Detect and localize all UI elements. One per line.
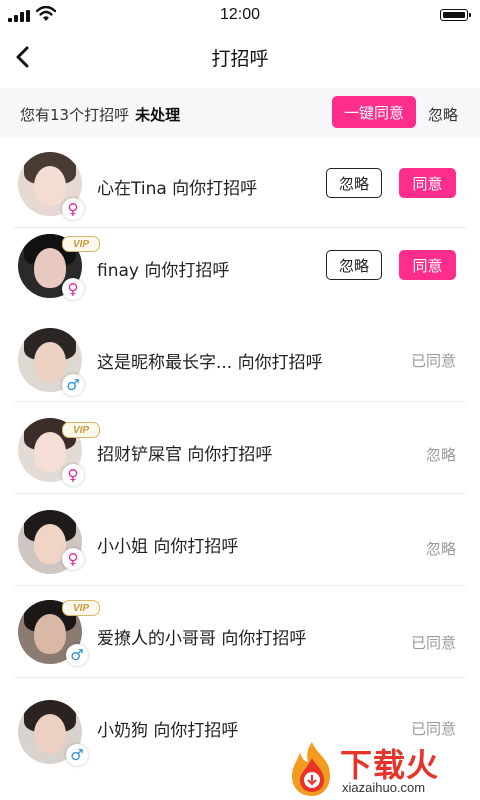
list-item[interactable]: VIP ♀ finay 向你打招呼 忽略 同意 <box>0 222 480 310</box>
greeting-text: 小小姐 向你打招呼 <box>97 537 239 557</box>
status-label: 已同意 <box>410 720 456 738</box>
battery-icon <box>440 9 471 21</box>
summary-bar: 您有13个打招呼 未处理 一键同意 忽略 <box>0 88 480 138</box>
divider <box>14 677 466 678</box>
male-icon: ♂ <box>66 744 88 766</box>
female-icon: ♀ <box>62 548 84 570</box>
page-title: 打招呼 <box>211 48 269 70</box>
status-label: 已同意 <box>410 352 456 370</box>
status-label: 已同意 <box>410 634 456 652</box>
vip-badge: VIP <box>62 600 100 616</box>
watermark-url: xiazaihuo.com <box>342 780 426 795</box>
male-icon: ♂ <box>66 644 88 666</box>
summary-highlight: 未处理 <box>135 106 181 124</box>
nav-bar: 打招呼 <box>0 32 480 82</box>
divider <box>14 401 466 402</box>
divider <box>14 585 466 586</box>
list-item[interactable]: ♀ 小小姐 向你打招呼 忽略 <box>0 498 480 586</box>
greeting-text: 这是昵称最长字... 向你打招呼 <box>97 353 323 373</box>
summary-text: 您有13个打招呼 未处理 <box>20 104 180 125</box>
male-icon: ♂ <box>62 374 84 396</box>
status-bar: 12:00 <box>0 0 480 30</box>
list-item[interactable]: ♀ 心在Tina 向你打招呼 忽略 同意 <box>0 140 480 228</box>
status-time: 12:00 <box>219 6 261 23</box>
greeting-text: 心在Tina 向你打招呼 <box>97 179 258 199</box>
agree-button[interactable]: 同意 <box>399 250 456 280</box>
summary-count: 您有13个打招呼 <box>20 106 130 124</box>
female-icon: ♀ <box>62 464 84 486</box>
list-item[interactable]: VIP ♂ 爱撩人的小哥哥 向你打招呼 已同意 <box>0 590 480 678</box>
agree-all-button[interactable]: 一键同意 <box>332 96 416 128</box>
vip-badge: VIP <box>62 236 100 252</box>
ignore-all-button[interactable]: 忽略 <box>428 104 458 125</box>
female-icon: ♀ <box>62 278 84 300</box>
watermark-logo: 下载火 xiazaihuo.com <box>286 738 480 800</box>
list-item[interactable]: ♂ 这是昵称最长字... 向你打招呼 已同意 <box>0 314 480 402</box>
female-icon: ♀ <box>62 198 84 220</box>
greeting-text: 小奶狗 向你打招呼 <box>97 721 239 741</box>
ignore-button[interactable]: 忽略 <box>326 250 382 280</box>
agree-button[interactable]: 同意 <box>399 168 456 198</box>
greeting-text: 爱撩人的小哥哥 向你打招呼 <box>97 629 307 649</box>
status-label: 忽略 <box>425 540 456 558</box>
list-item[interactable]: VIP ♀ 招财铲屎官 向你打招呼 忽略 <box>0 406 480 494</box>
greeting-text: finay 向你打招呼 <box>97 261 230 281</box>
vip-badge: VIP <box>62 422 100 438</box>
divider <box>14 493 466 494</box>
ignore-button[interactable]: 忽略 <box>326 168 382 198</box>
status-label: 忽略 <box>425 446 456 464</box>
flame-icon <box>292 742 330 796</box>
greeting-text: 招财铲屎官 向你打招呼 <box>97 445 273 465</box>
